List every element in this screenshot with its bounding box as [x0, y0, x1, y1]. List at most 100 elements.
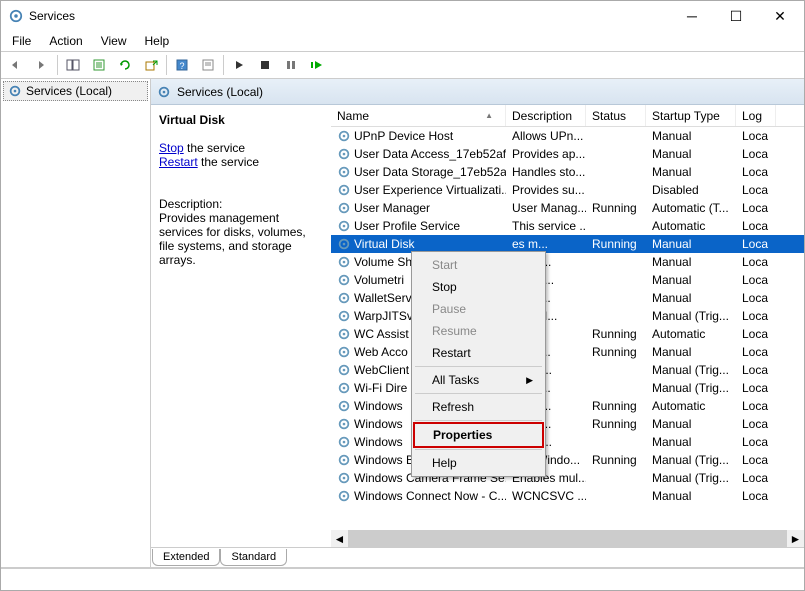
column-logon[interactable]: Log	[736, 105, 776, 126]
cell-logon: Loca	[736, 164, 776, 180]
service-icon	[337, 345, 351, 359]
cell-startup: Manual	[646, 254, 736, 270]
ctx-help[interactable]: Help	[414, 452, 543, 474]
column-startup[interactable]: Startup Type	[646, 105, 736, 126]
cell-logon: Loca	[736, 218, 776, 234]
table-row[interactable]: Windowses au...RunningAutomaticLoca	[331, 397, 804, 415]
detail-pane: Services (Local) Virtual Disk Stop the s…	[151, 79, 804, 567]
tab-extended[interactable]: Extended	[152, 549, 220, 566]
close-button[interactable]: ✕	[758, 2, 802, 30]
restart-service-button[interactable]	[305, 53, 329, 77]
window-title: Services	[29, 9, 670, 23]
table-row[interactable]: Windows Biometric ServiceThe Windo...Run…	[331, 451, 804, 469]
table-row[interactable]: Windowses Wi...ManualLoca	[331, 433, 804, 451]
table-row[interactable]: Windows Camera Frame Se...Enables mul...…	[331, 469, 804, 487]
cell-desc: Provides ap...	[506, 146, 586, 162]
forward-button[interactable]	[30, 53, 54, 77]
content-area: Services (Local) Services (Local) Virtua…	[1, 79, 804, 568]
restart-service-link[interactable]: Restart	[159, 155, 198, 169]
table-row[interactable]: Web Accorvice ...RunningManualLoca	[331, 343, 804, 361]
table-row[interactable]: User Data Access_17eb52afProvides ap...M…	[331, 145, 804, 163]
table-row[interactable]: Windows Connect Now - C...WCNCSVC ...Man…	[331, 487, 804, 505]
cell-name: UPnP Device Host	[331, 128, 506, 144]
minimize-button[interactable]: ─	[670, 2, 714, 30]
ctx-stop[interactable]: Stop	[414, 276, 543, 298]
cell-name: User Profile Service	[331, 218, 506, 234]
column-name[interactable]: Name ▲	[331, 105, 506, 126]
cell-status	[586, 225, 646, 227]
service-icon	[337, 129, 351, 143]
pause-service-button[interactable]	[279, 53, 303, 77]
cell-startup: Manual (Trig...	[646, 362, 736, 378]
cell-status	[586, 279, 646, 281]
menu-file[interactable]: File	[4, 32, 39, 50]
table-row[interactable]: WebClients Win...Manual (Trig...Loca	[331, 361, 804, 379]
cell-logon: Loca	[736, 236, 776, 252]
show-hide-tree-button[interactable]	[61, 53, 85, 77]
table-row[interactable]: UPnP Device HostAllows UPn...ManualLoca	[331, 127, 804, 145]
cell-logon: Loca	[736, 452, 776, 468]
cell-logon: Loca	[736, 254, 776, 270]
scroll-right-icon[interactable]: ►	[787, 530, 804, 547]
table-row[interactable]: User Profile ServiceThis service ...Auto…	[331, 217, 804, 235]
service-icon	[337, 201, 351, 215]
cell-name: Virtual Disk	[331, 236, 506, 252]
start-service-button[interactable]	[227, 53, 251, 77]
service-icon	[337, 273, 351, 287]
table-row[interactable]: Volumetrispatia...ManualLoca	[331, 271, 804, 289]
table-row[interactable]: WarpJITSves a JI...Manual (Trig...Loca	[331, 307, 804, 325]
menu-view[interactable]: View	[93, 32, 135, 50]
restart-service-suffix: the service	[198, 155, 259, 169]
table-row[interactable]: Wi-Fi Direes co...Manual (Trig...Loca	[331, 379, 804, 397]
cell-status	[586, 495, 646, 497]
cell-startup: Manual	[646, 164, 736, 180]
service-icon	[337, 165, 351, 179]
list-body[interactable]: UPnP Device HostAllows UPn...ManualLocaU…	[331, 127, 804, 530]
cell-startup: Manual	[646, 272, 736, 288]
cell-status	[586, 171, 646, 173]
detail-title: Services (Local)	[177, 85, 263, 99]
cell-startup: Automatic	[646, 326, 736, 342]
back-button[interactable]	[4, 53, 28, 77]
cell-status: Running	[586, 452, 646, 468]
cell-status	[586, 135, 646, 137]
ctx-properties[interactable]: Properties	[413, 422, 544, 448]
column-status[interactable]: Status	[586, 105, 646, 126]
cell-status: Running	[586, 344, 646, 360]
table-row[interactable]: User Experience Virtualizati...Provides …	[331, 181, 804, 199]
table-row[interactable]: User ManagerUser Manag...RunningAutomati…	[331, 199, 804, 217]
table-row[interactable]: Virtual Diskes m...RunningManualLoca	[331, 235, 804, 253]
table-row[interactable]: WalletServobjec...ManualLoca	[331, 289, 804, 307]
table-row[interactable]: Volume Shes an...ManualLoca	[331, 253, 804, 271]
column-description[interactable]: Description	[506, 105, 586, 126]
maximize-button[interactable]: ☐	[714, 2, 758, 30]
properties-button[interactable]	[196, 53, 220, 77]
refresh-button[interactable]	[113, 53, 137, 77]
nav-services-local[interactable]: Services (Local)	[3, 81, 148, 101]
cell-name: User Experience Virtualizati...	[331, 182, 506, 198]
selected-service-name: Virtual Disk	[159, 113, 321, 127]
table-row[interactable]: User Data Storage_17eb52afHandles sto...…	[331, 163, 804, 181]
export-button[interactable]	[139, 53, 163, 77]
stop-service-link[interactable]: Stop	[159, 141, 184, 155]
cell-desc: This service ...	[506, 218, 586, 234]
export-list-button[interactable]	[87, 53, 111, 77]
ctx-restart[interactable]: Restart	[414, 342, 543, 364]
service-icon	[337, 453, 351, 467]
help-button[interactable]: ?	[170, 53, 194, 77]
cell-desc: WCNCSVC ...	[506, 488, 586, 504]
scroll-left-icon[interactable]: ◄	[331, 530, 348, 547]
table-row[interactable]: Windowses au...RunningManualLoca	[331, 415, 804, 433]
tab-standard[interactable]: Standard	[220, 549, 287, 566]
service-icon	[337, 291, 351, 305]
scroll-thumb[interactable]	[348, 530, 787, 547]
ctx-refresh[interactable]: Refresh	[414, 396, 543, 418]
stop-service-button[interactable]	[253, 53, 277, 77]
table-row[interactable]: WC Assistare ...RunningAutomaticLoca	[331, 325, 804, 343]
menu-action[interactable]: Action	[41, 32, 90, 50]
ctx-all-tasks[interactable]: All Tasks▶	[414, 369, 543, 391]
cell-logon: Loca	[736, 362, 776, 378]
menu-help[interactable]: Help	[137, 32, 178, 50]
cell-logon: Loca	[736, 470, 776, 486]
horizontal-scrollbar[interactable]: ◄ ►	[331, 530, 804, 547]
